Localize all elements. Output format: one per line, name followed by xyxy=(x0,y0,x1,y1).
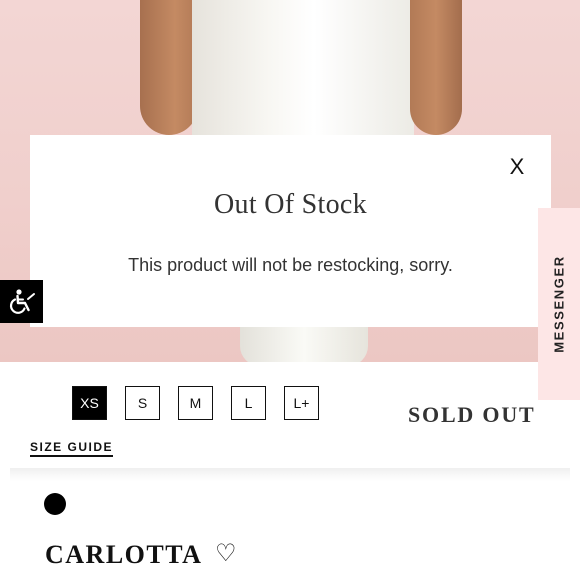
close-icon[interactable]: X xyxy=(505,155,529,179)
accessibility-icon xyxy=(9,288,35,314)
modal-message: This product will not be restocking, sor… xyxy=(128,255,453,275)
dress-image-top xyxy=(192,0,414,140)
heart-outline-icon[interactable]: ♡ xyxy=(215,540,243,568)
product-name: CARLOTTA xyxy=(45,540,203,569)
out-of-stock-modal: X Out Of Stock This product will not be … xyxy=(30,135,551,327)
size-option-l[interactable]: L xyxy=(231,386,266,420)
messenger-label: MESSENGER xyxy=(551,255,567,353)
color-swatch-black[interactable] xyxy=(44,493,66,515)
section-divider xyxy=(10,468,570,482)
size-option-s[interactable]: S xyxy=(125,386,160,420)
sold-out-status: SOLD OUT xyxy=(408,402,536,427)
size-selector: XS S M L L+ xyxy=(72,386,319,420)
accessibility-button[interactable] xyxy=(0,280,43,323)
modal-title: Out Of Stock xyxy=(214,189,367,220)
model-arm-left xyxy=(140,0,198,135)
size-option-l-plus[interactable]: L+ xyxy=(284,386,319,420)
dress-image-bottom xyxy=(240,326,368,362)
messenger-tab[interactable]: MESSENGER xyxy=(538,208,580,400)
size-option-xs[interactable]: XS xyxy=(72,386,107,420)
size-guide-link[interactable]: SIZE GUIDE xyxy=(30,440,114,457)
size-option-m[interactable]: M xyxy=(178,386,213,420)
model-arm-right xyxy=(410,0,462,135)
